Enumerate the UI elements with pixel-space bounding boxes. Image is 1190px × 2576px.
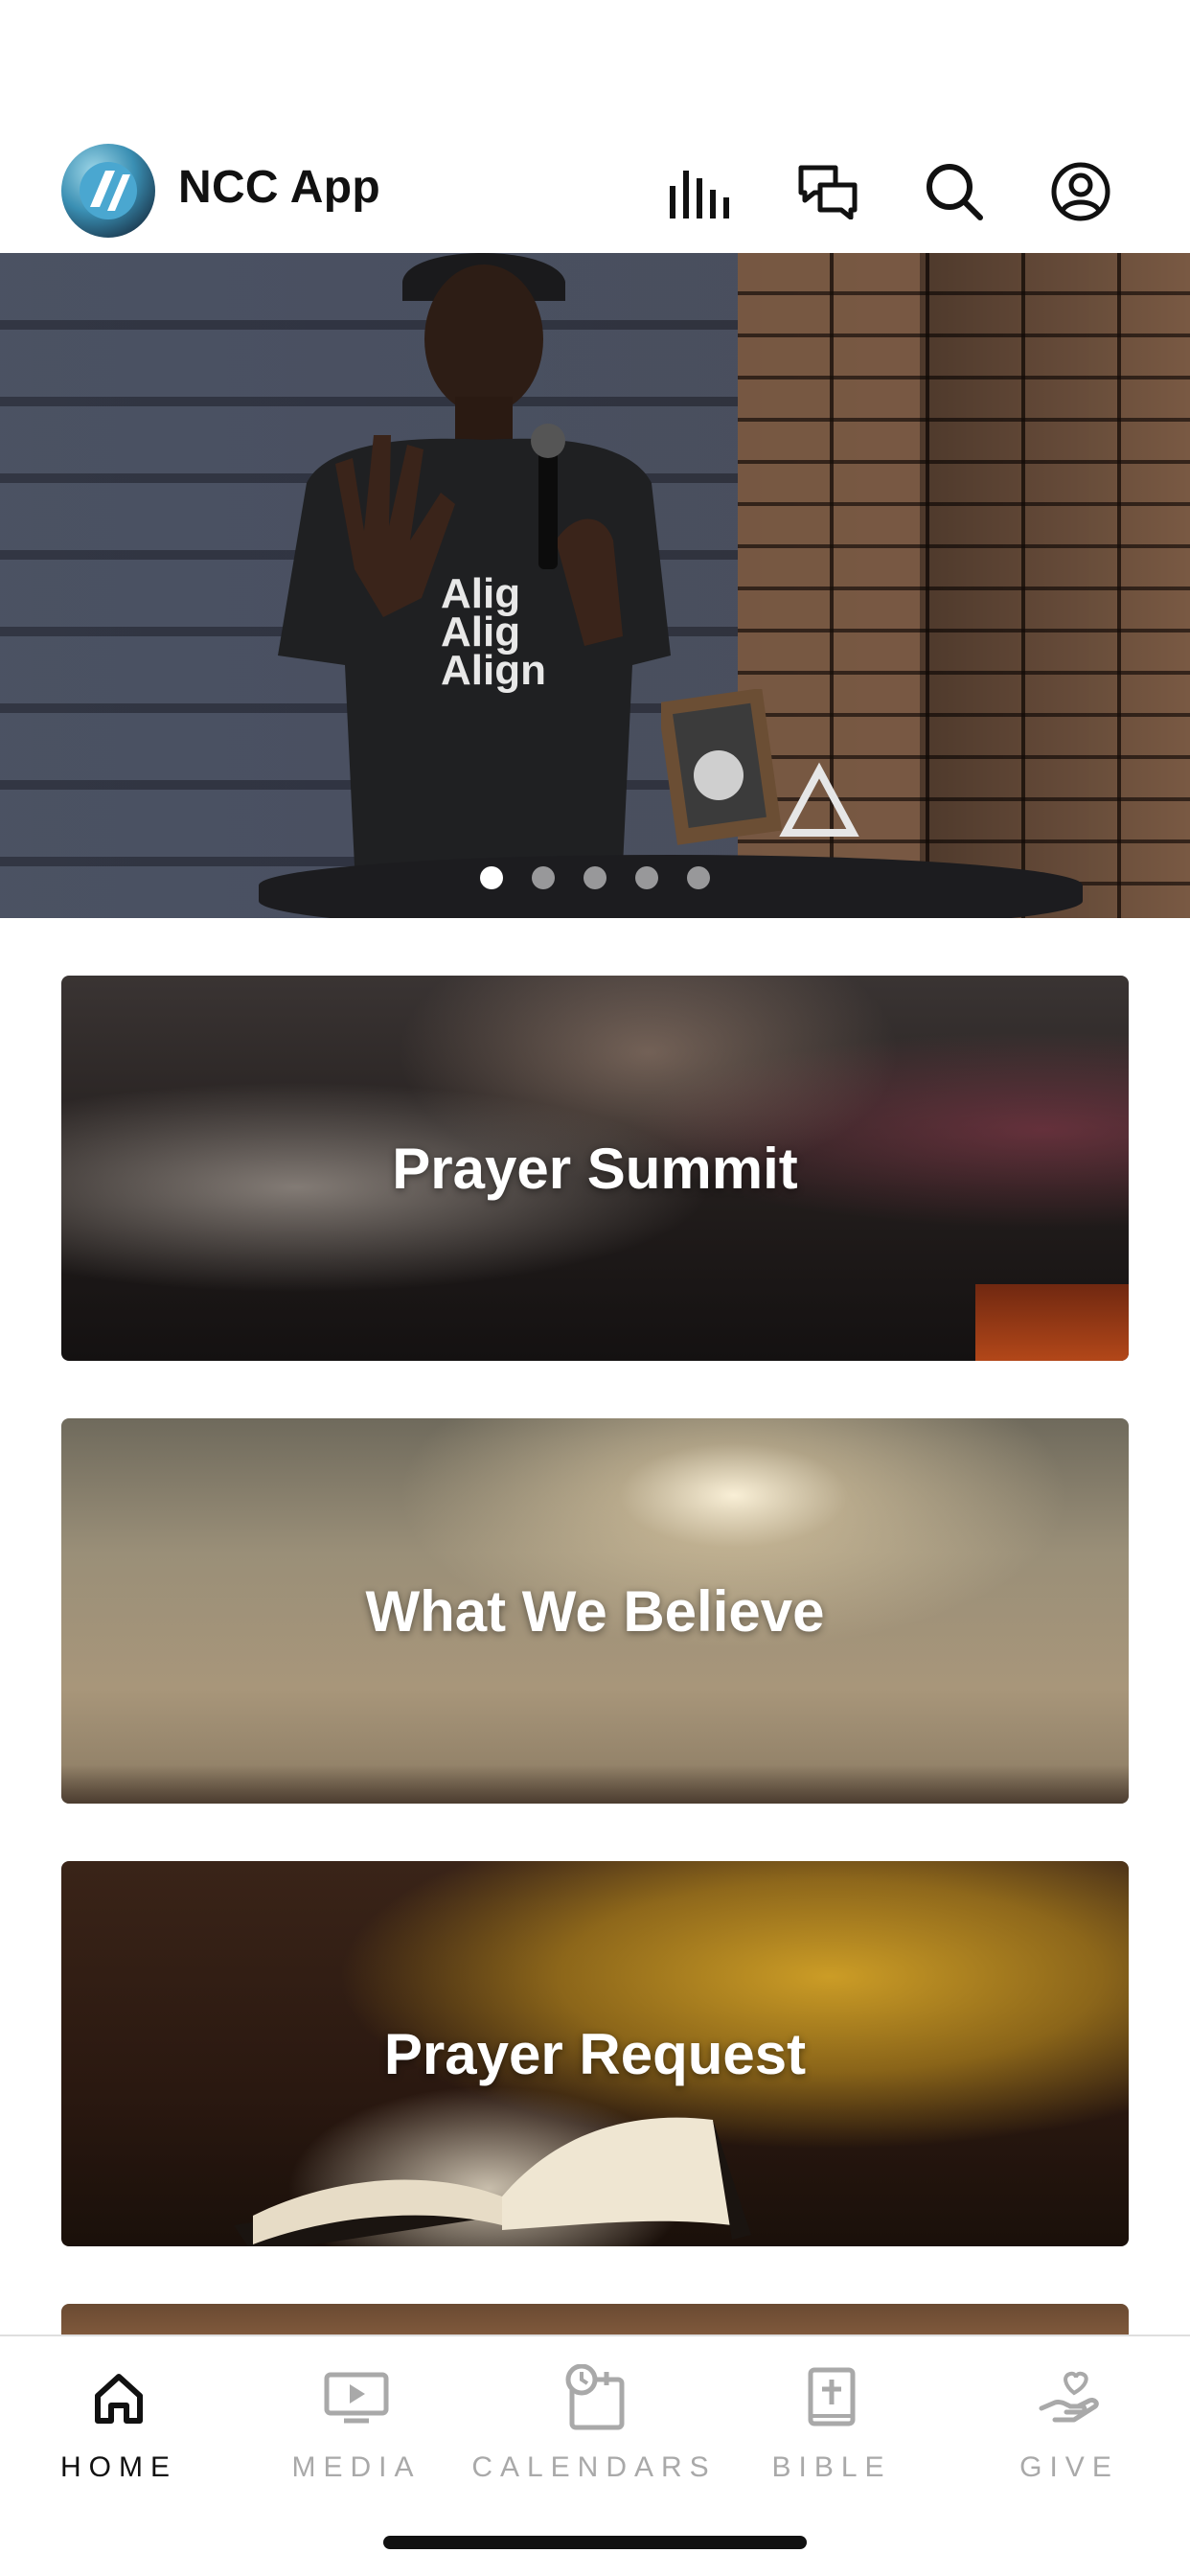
hills-decor (61, 1765, 1129, 1804)
table-decor (661, 689, 859, 845)
chat-icon[interactable] (791, 155, 864, 228)
app-logo[interactable] (61, 144, 155, 238)
open-bible-image (234, 2117, 751, 2246)
speaker-image: Alig Alig Align (278, 253, 671, 866)
home-icon (80, 2359, 157, 2436)
app-header: NCC App (0, 0, 1190, 253)
carousel-dot-1[interactable] (480, 866, 503, 889)
equalizer-icon[interactable] (663, 155, 736, 228)
tab-media[interactable]: MEDIA (238, 2336, 475, 2509)
tab-label: BIBLE (771, 2451, 892, 2483)
profile-icon[interactable] (1044, 155, 1117, 228)
pillar-shadow (920, 253, 1190, 918)
bible-icon (793, 2359, 870, 2436)
tab-label: GIVE (1019, 2451, 1119, 2483)
media-icon (318, 2359, 395, 2436)
carousel-dot-3[interactable] (584, 866, 606, 889)
home-indicator (383, 2536, 807, 2549)
card-title: Prayer Summit (392, 1136, 798, 1201)
search-icon[interactable] (918, 155, 991, 228)
card-what-we-believe[interactable]: What We Believe (61, 1418, 1129, 1804)
tab-give[interactable]: GIVE (950, 2336, 1188, 2509)
hero-carousel[interactable]: Alig Alig Align (0, 253, 1190, 918)
carousel-dots[interactable] (0, 866, 1190, 889)
tab-label: HOME (60, 2451, 177, 2483)
tab-label: MEDIA (291, 2451, 422, 2483)
tab-home[interactable]: HOME (0, 2336, 238, 2509)
card-title: Prayer Request (383, 2021, 807, 2086)
carousel-dot-2[interactable] (532, 866, 555, 889)
give-icon (1031, 2359, 1108, 2436)
card-prayer-summit[interactable]: Prayer Summit (61, 976, 1129, 1361)
card-title: What We Believe (365, 1578, 825, 1644)
stage-decor (975, 1284, 1129, 1361)
svg-text:Align: Align (441, 647, 546, 694)
app-title: NCC App (178, 162, 380, 213)
card-prayer-request[interactable]: Prayer Request (61, 1861, 1129, 2246)
tab-calendars[interactable]: CALENDARS (471, 2336, 713, 2509)
carousel-dot-5[interactable] (687, 866, 710, 889)
tab-bible[interactable]: BIBLE (713, 2336, 950, 2509)
tab-label: CALENDARS (471, 2451, 717, 2483)
calendar-icon (556, 2359, 632, 2436)
carousel-dot-4[interactable] (635, 866, 658, 889)
